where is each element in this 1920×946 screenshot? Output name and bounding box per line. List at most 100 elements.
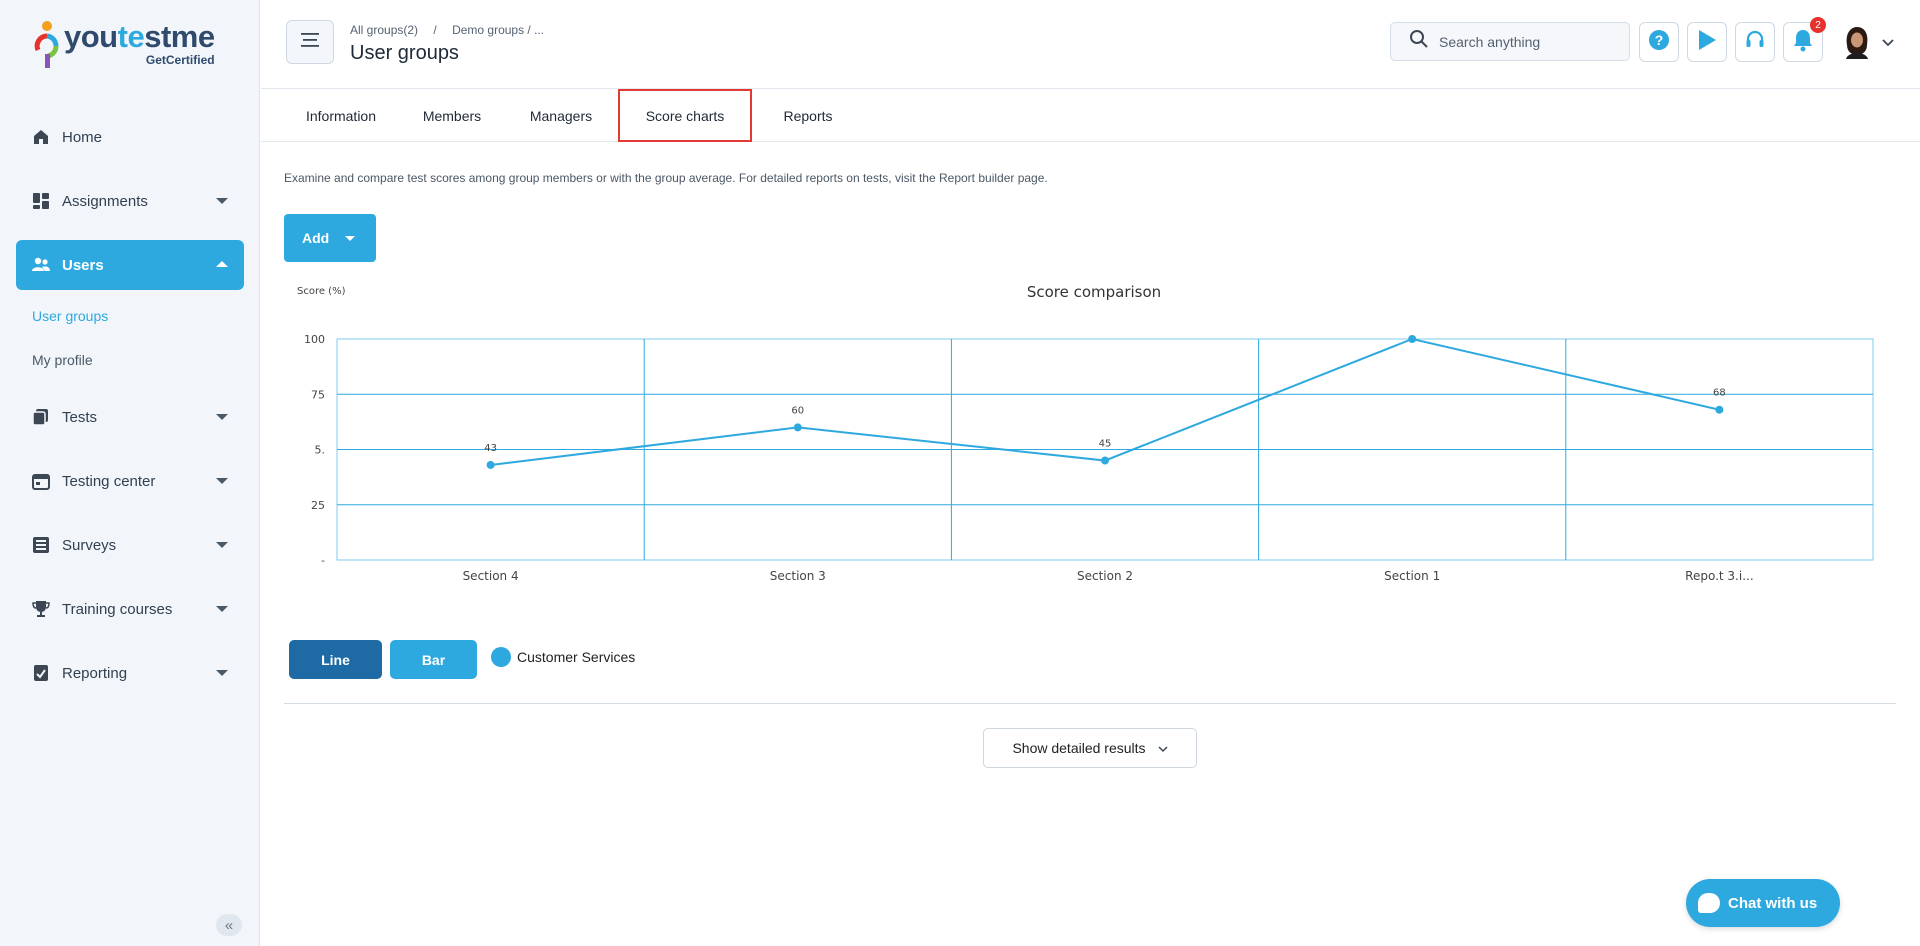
global-search[interactable]	[1390, 22, 1630, 61]
chart-y-tick-label: 25	[311, 499, 325, 512]
legend-label: Customer Services	[517, 649, 636, 665]
chart-x-tick-label: Section 1	[1384, 569, 1440, 583]
sidebar-item-label: Users	[62, 256, 104, 274]
chart-x-tick-label: Repo.t 3.i...	[1685, 569, 1754, 583]
search-input[interactable]	[1439, 33, 1619, 50]
bell-icon	[1792, 28, 1814, 57]
dashboard-icon	[32, 192, 50, 210]
sidebar-item-surveys[interactable]: Surveys	[16, 520, 244, 570]
calendar-icon	[32, 472, 50, 490]
chart-y-tick-label: -	[321, 554, 325, 567]
search-icon	[1409, 29, 1429, 54]
chevron-down-icon	[216, 606, 228, 612]
play-icon	[1697, 29, 1717, 56]
user-avatar[interactable]	[1841, 25, 1873, 59]
chart-data-label: 60	[791, 405, 804, 416]
add-button-label: Add	[302, 230, 330, 246]
bar-chart-button[interactable]: Bar	[390, 640, 477, 679]
chevron-down-icon[interactable]	[1882, 34, 1894, 52]
tab-bar: Information Members Managers Score chart…	[261, 89, 1920, 142]
sidebar-item-label: Surveys	[62, 536, 117, 554]
chart-title: Score comparison	[1027, 283, 1161, 301]
play-tutorial-button[interactable]	[1687, 22, 1727, 62]
chart-data-label: 68	[1713, 388, 1726, 399]
chart-data-point	[1408, 335, 1417, 343]
tab-members[interactable]: Members	[401, 89, 503, 142]
youtestme-logo[interactable]: youtestme GetCertified	[34, 20, 215, 74]
notifications-button[interactable]: 2	[1783, 17, 1826, 62]
chart-legend: Customer Services	[491, 647, 635, 667]
home-icon	[32, 128, 50, 146]
detail-button-label: Show detailed results	[1012, 740, 1146, 756]
sidebar-subitem-my-profile[interactable]: My profile	[16, 342, 244, 378]
chart-y-tick-label: 100	[304, 333, 325, 346]
hamburger-menu-button[interactable]	[286, 20, 334, 64]
sidebar-nav: Home Assignments Users User groups My pr…	[16, 112, 244, 712]
chart-x-axis: Section 4 Section 3 Section 2 Section 1 Repo…	[463, 569, 1754, 583]
show-detailed-results-button[interactable]: Show detailed results	[983, 728, 1197, 768]
collapse-sidebar-button[interactable]: «	[216, 914, 242, 936]
legend-swatch	[491, 647, 511, 667]
top-header: All groups(2) / Demo groups / ... User g…	[261, 0, 1920, 89]
caret-down-icon	[345, 235, 356, 241]
sidebar-subitem-user-groups[interactable]: User groups	[16, 298, 244, 334]
trophy-icon	[32, 600, 50, 618]
sidebar-item-users[interactable]: Users	[16, 240, 244, 290]
chart-x-tick-label: Section 4	[463, 569, 519, 583]
sidebar-item-training-courses[interactable]: Training courses	[16, 584, 244, 634]
tab-information[interactable]: Information	[283, 89, 399, 142]
chart-data-label: 43	[484, 443, 497, 454]
list-icon	[32, 536, 50, 554]
chart-y-tick-label: 75	[311, 388, 325, 401]
chart-data-point	[1715, 405, 1724, 414]
sidebar: youtestme GetCertified Home Assignments …	[0, 0, 260, 946]
chart-series: 43 60 45 68	[484, 335, 1726, 469]
chevron-down-icon	[1158, 740, 1168, 756]
sidebar-item-tests[interactable]: Tests	[16, 392, 244, 442]
sidebar-item-home[interactable]: Home	[16, 112, 244, 162]
chevron-down-icon	[216, 478, 228, 484]
sidebar-item-label: Home	[62, 128, 103, 146]
tab-reports[interactable]: Reports	[755, 89, 861, 142]
chevron-down-icon	[216, 198, 228, 204]
report-icon	[32, 664, 50, 682]
chart-data-point	[793, 423, 802, 432]
help-button[interactable]: ?	[1639, 22, 1679, 62]
chart-svg: Score comparison Score (%) 100 75 5. 25 - Se…	[297, 283, 1874, 583]
tab-score-charts[interactable]: Score charts	[618, 89, 752, 142]
chevron-down-icon	[216, 542, 228, 548]
logo-wordmark: youtestme	[64, 19, 215, 54]
chart-data-point	[486, 460, 495, 469]
chart-y-tick-label: 5.	[315, 444, 326, 457]
breadcrumb-separator: /	[433, 23, 437, 37]
chart-x-tick-label: Section 2	[1077, 569, 1133, 583]
logo-tagline: GetCertified	[145, 53, 215, 67]
logo-mark-icon	[34, 20, 60, 70]
tests-icon	[32, 408, 50, 426]
tab-managers[interactable]: Managers	[505, 89, 617, 142]
breadcrumb-all-groups[interactable]: All groups(2)	[350, 23, 418, 37]
chat-label: Chat with us	[1728, 894, 1818, 912]
chat-bubble-icon	[1698, 893, 1720, 913]
sidebar-item-label: Reporting	[62, 664, 128, 682]
chat-with-us-button[interactable]: Chat with us	[1686, 879, 1840, 927]
sidebar-item-reporting[interactable]: Reporting	[16, 648, 244, 698]
support-button[interactable]	[1735, 22, 1775, 62]
breadcrumb: All groups(2) / Demo groups / ...	[350, 23, 544, 37]
breadcrumb-demo-groups[interactable]: Demo groups / ...	[452, 23, 544, 37]
sidebar-item-label: Tests	[62, 408, 98, 426]
chart-y-axis: 100 75 5. 25 -	[304, 333, 325, 567]
sidebar-item-label: Testing center	[62, 472, 156, 490]
add-button[interactable]: Add	[284, 214, 376, 262]
page-title: User groups	[350, 42, 459, 64]
section-divider	[284, 703, 1896, 704]
help-icon: ?	[1648, 29, 1670, 56]
chevron-down-icon	[216, 414, 228, 420]
hamburger-icon	[301, 32, 319, 52]
headset-icon	[1744, 29, 1766, 56]
sidebar-item-assignments[interactable]: Assignments	[16, 176, 244, 226]
sidebar-item-testing-center[interactable]: Testing center	[16, 456, 244, 506]
score-charts-description: Examine and compare test scores among gr…	[284, 171, 1048, 185]
line-chart-button[interactable]: Line	[289, 640, 382, 679]
chart-x-tick-label: Section 3	[770, 569, 826, 583]
